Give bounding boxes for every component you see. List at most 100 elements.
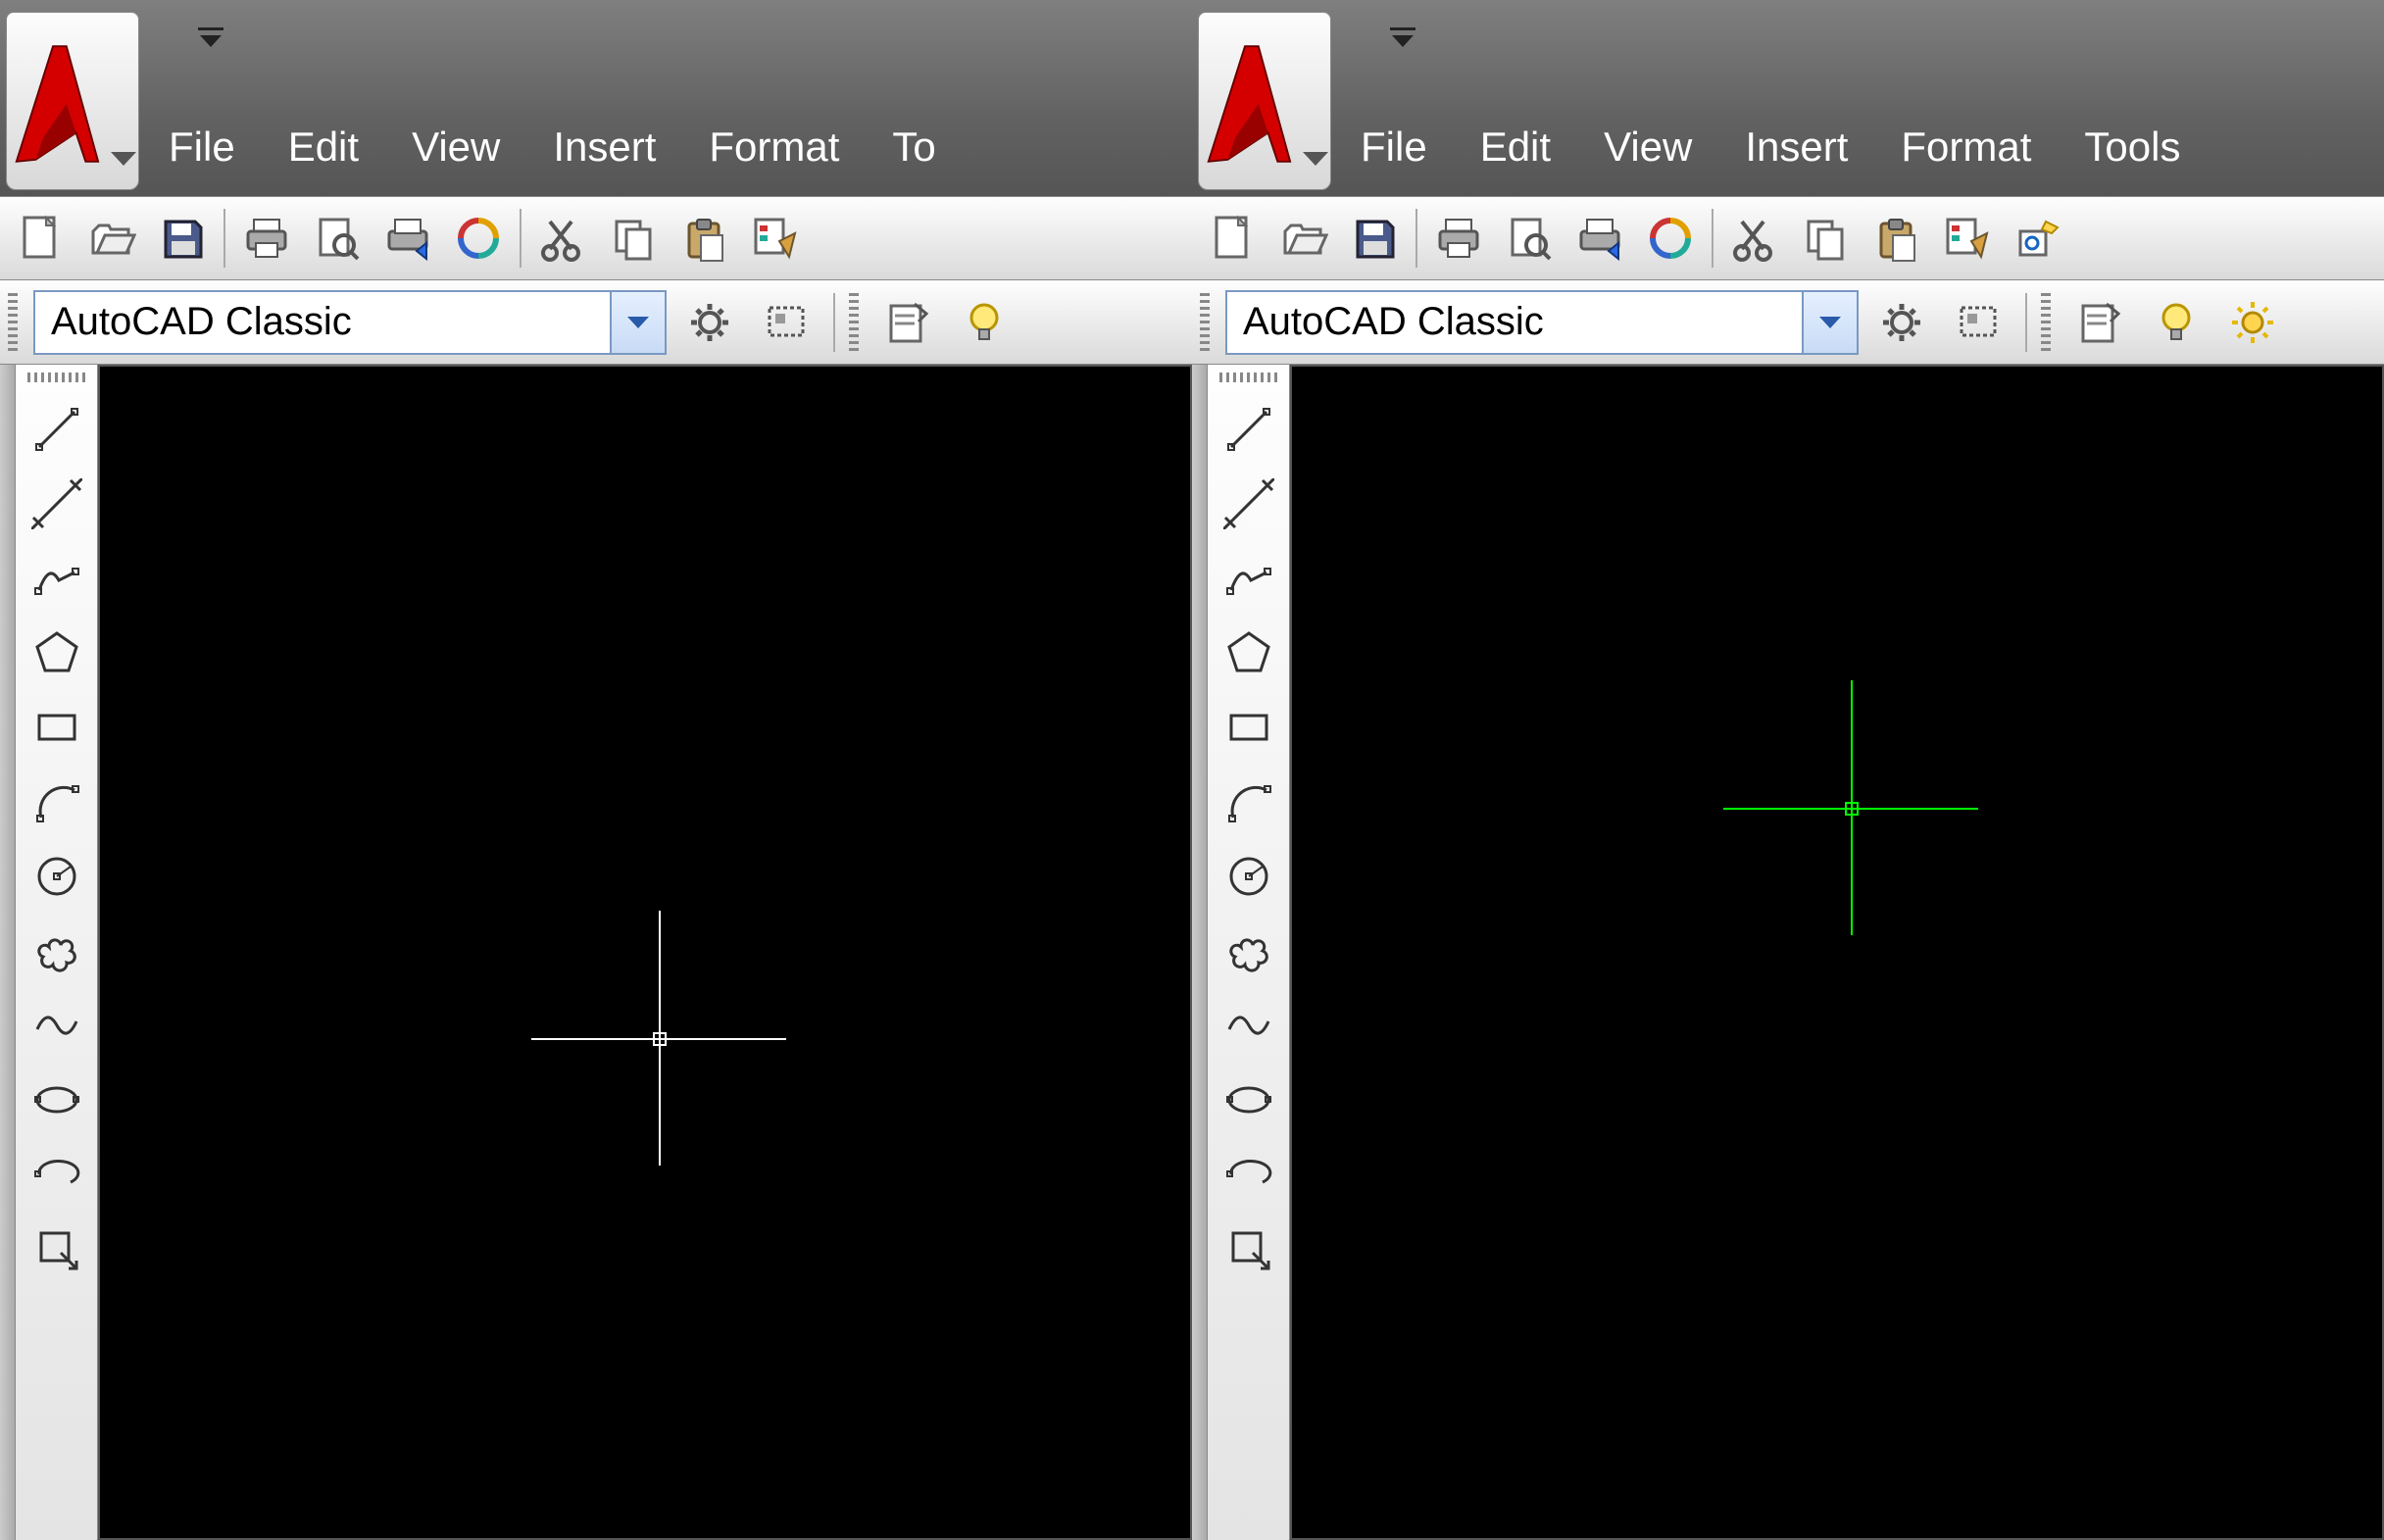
title-bar: File Edit View Insert Format Tools	[1192, 0, 2384, 196]
standard-toolbar	[1192, 196, 2384, 280]
insert-block-button[interactable]	[25, 1217, 88, 1280]
construction-line-icon	[31, 478, 82, 529]
arc-button[interactable]	[25, 770, 88, 833]
copy-button[interactable]	[1792, 205, 1859, 272]
toolbar-grip[interactable]	[27, 373, 86, 382]
new-button[interactable]	[8, 205, 74, 272]
construction-line-button[interactable]	[25, 472, 88, 535]
my-workspace-button[interactable]	[753, 289, 820, 356]
ellipse-icon	[1223, 1074, 1274, 1125]
workspace-settings-button[interactable]	[676, 289, 743, 356]
polyline-button[interactable]	[1217, 547, 1280, 610]
spline-button[interactable]	[25, 994, 88, 1057]
open-icon	[1279, 214, 1328, 263]
properties-button[interactable]	[2066, 289, 2133, 356]
print-preview-button[interactable]	[304, 205, 371, 272]
spline-button[interactable]	[1217, 994, 1280, 1057]
menu-view[interactable]: View	[1592, 118, 1704, 176]
match-properties-button[interactable]	[741, 205, 808, 272]
cut-button[interactable]	[1721, 205, 1788, 272]
3ddwf-button[interactable]	[1637, 205, 1704, 272]
menu-tools-truncated[interactable]: To	[880, 118, 947, 176]
menu-format[interactable]: Format	[1889, 118, 2043, 176]
application-menu-button[interactable]	[6, 12, 139, 190]
quick-access-toolbar-dropdown[interactable]	[1388, 25, 1417, 49]
polygon-icon	[31, 627, 82, 678]
toolbar-grip[interactable]	[1200, 293, 1210, 352]
ellipse-button[interactable]	[1217, 1068, 1280, 1131]
line-icon	[1223, 404, 1274, 455]
my-workspace-button[interactable]	[1945, 289, 2012, 356]
print-button[interactable]	[1425, 205, 1492, 272]
menu-file[interactable]: File	[157, 118, 247, 176]
layer-on-button[interactable]	[2219, 289, 2286, 356]
polygon-button[interactable]	[1217, 621, 1280, 684]
arc-button[interactable]	[1217, 770, 1280, 833]
layer-off-button[interactable]	[2143, 289, 2210, 356]
print-button[interactable]	[233, 205, 300, 272]
open-button[interactable]	[1270, 205, 1337, 272]
polyline-button[interactable]	[25, 547, 88, 610]
save-icon	[1350, 214, 1399, 263]
construction-line-button[interactable]	[1217, 472, 1280, 535]
publish-button[interactable]	[374, 205, 441, 272]
toolbar-grip[interactable]	[1219, 373, 1278, 382]
open-button[interactable]	[78, 205, 145, 272]
new-button[interactable]	[1200, 205, 1266, 272]
dock-bar-left[interactable]	[1192, 365, 1208, 1540]
menu-tools[interactable]: Tools	[2072, 118, 2192, 176]
workspace-dropdown[interactable]: AutoCAD Classic	[1225, 290, 1859, 355]
menu-edit[interactable]: Edit	[1468, 118, 1563, 176]
insert-block-icon	[1223, 1223, 1274, 1274]
workspace-dropdown[interactable]: AutoCAD Classic	[33, 290, 667, 355]
ellipse-arc-button[interactable]	[25, 1143, 88, 1206]
3ddwf-button[interactable]	[445, 205, 512, 272]
revision-cloud-button[interactable]	[25, 919, 88, 982]
match-icon	[1942, 214, 1991, 263]
match-properties-button[interactable]	[1933, 205, 2000, 272]
line-button[interactable]	[1217, 398, 1280, 461]
menu-insert[interactable]: Insert	[1733, 118, 1860, 176]
ellipse-button[interactable]	[25, 1068, 88, 1131]
polygon-button[interactable]	[25, 621, 88, 684]
application-menu-button[interactable]	[1198, 12, 1331, 190]
paste-button[interactable]	[670, 205, 737, 272]
menu-edit[interactable]: Edit	[276, 118, 371, 176]
rectangle-button[interactable]	[1217, 696, 1280, 759]
toolbar-separator	[1416, 209, 1417, 268]
insert-block-button[interactable]	[1217, 1217, 1280, 1280]
copy-button[interactable]	[600, 205, 667, 272]
cut-button[interactable]	[529, 205, 596, 272]
menu-file[interactable]: File	[1349, 118, 1439, 176]
toolbar-grip[interactable]	[8, 293, 18, 352]
menu-format[interactable]: Format	[697, 118, 851, 176]
menu-insert[interactable]: Insert	[541, 118, 668, 176]
ellipse-arc-button[interactable]	[1217, 1143, 1280, 1206]
circle-button[interactable]	[25, 845, 88, 908]
save-button[interactable]	[149, 205, 216, 272]
drawing-canvas[interactable]	[98, 365, 1192, 1540]
quick-access-toolbar-dropdown[interactable]	[196, 25, 225, 49]
toolbar-grip[interactable]	[849, 293, 859, 352]
rectangle-icon	[31, 702, 82, 753]
circle-button[interactable]	[1217, 845, 1280, 908]
polygon-icon	[1223, 627, 1274, 678]
menu-view[interactable]: View	[400, 118, 512, 176]
insert-block-icon	[31, 1223, 82, 1274]
rectangle-button[interactable]	[25, 696, 88, 759]
draw-toolbar	[1208, 365, 1290, 1540]
toolbar-grip[interactable]	[2041, 293, 2051, 352]
workspace-settings-button[interactable]	[1868, 289, 1935, 356]
line-button[interactable]	[25, 398, 88, 461]
publish-button[interactable]	[1566, 205, 1633, 272]
revision-cloud-button[interactable]	[1217, 919, 1280, 982]
save-button[interactable]	[1341, 205, 1408, 272]
dock-bar-left[interactable]	[0, 365, 16, 1540]
block-editor-button[interactable]	[2004, 205, 2070, 272]
paste-button[interactable]	[1862, 205, 1929, 272]
properties-button[interactable]	[874, 289, 941, 356]
chevron-down-icon	[610, 292, 665, 353]
drawing-canvas[interactable]	[1290, 365, 2384, 1540]
layer-off-button[interactable]	[951, 289, 1018, 356]
print-preview-button[interactable]	[1496, 205, 1563, 272]
